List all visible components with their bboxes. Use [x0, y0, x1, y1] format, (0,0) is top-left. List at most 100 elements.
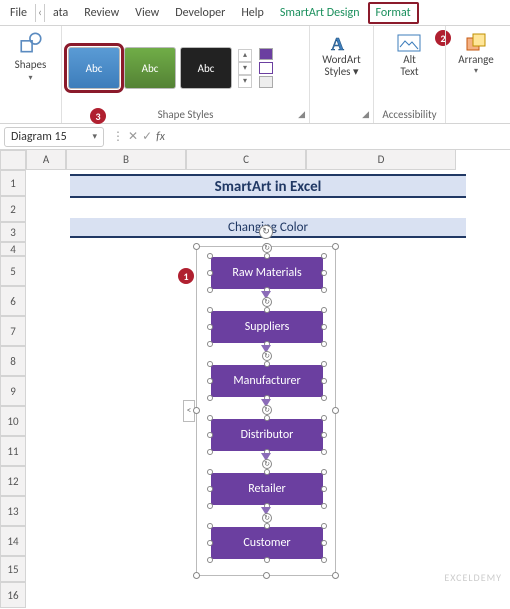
tab-format[interactable]: Format: [368, 2, 419, 24]
row-2[interactable]: 2: [0, 196, 26, 222]
resize-handle[interactable]: [193, 243, 200, 250]
smartart-diagram[interactable]: ↻ < ↻ Raw Materials ↻ Suppliers ↻: [196, 246, 336, 576]
menu-dots-icon[interactable]: ⋮: [112, 129, 124, 144]
row-5[interactable]: 5: [0, 256, 26, 286]
row-3[interactable]: 3: [0, 222, 26, 242]
row-13[interactable]: 13: [0, 496, 26, 526]
node-5-text: Retailer: [248, 482, 286, 496]
tab-data[interactable]: ata: [45, 2, 76, 24]
row-4[interactable]: 4: [0, 242, 26, 256]
formula-controls: ⋮ ✕ ✓: [108, 129, 152, 144]
rotate-handle-icon[interactable]: ↻: [259, 225, 273, 239]
col-C[interactable]: C: [186, 150, 306, 170]
row-8[interactable]: 8: [0, 346, 26, 376]
shapes-button[interactable]: Shapes ▾: [6, 30, 55, 106]
row-11[interactable]: 11: [0, 436, 26, 466]
row-10[interactable]: 10: [0, 406, 26, 436]
resize-handle[interactable]: [193, 572, 200, 579]
tab-help[interactable]: Help: [233, 2, 272, 24]
group-accessibility: Alt Text Accessibility: [374, 26, 446, 123]
smartart-node-6[interactable]: ↻ Customer: [211, 527, 323, 559]
row-7[interactable]: 7: [0, 316, 26, 346]
resize-handle[interactable]: [263, 572, 270, 579]
row-16[interactable]: 16: [0, 582, 26, 608]
shape-effects-swatch[interactable]: [259, 76, 273, 88]
dialog-launcher-icon[interactable]: ◢: [298, 109, 305, 120]
wordart-icon: A: [329, 32, 355, 54]
row-1[interactable]: 1: [0, 170, 26, 196]
shape-fill-swatch[interactable]: [259, 48, 273, 60]
smartart-node-2[interactable]: ↻ Suppliers: [211, 311, 323, 343]
row-headers: 1 2 3 4 5 6 7 8 9 10 11 12 13 14 15 16: [0, 170, 26, 608]
tab-format-label: Format: [376, 6, 411, 20]
smartart-node-4[interactable]: ↻ Distributor: [211, 419, 323, 451]
alt-text-icon: [396, 32, 424, 54]
column-headers: A B C D: [26, 150, 510, 170]
node-rotate-icon[interactable]: ↻: [262, 243, 272, 253]
row-6[interactable]: 6: [0, 286, 26, 316]
node-rotate-icon[interactable]: ↻: [262, 297, 272, 307]
name-box-value: Diagram 15: [11, 130, 67, 144]
col-D[interactable]: D: [306, 150, 456, 170]
wordart-l2: Styles ▾: [324, 66, 358, 78]
node-rotate-icon[interactable]: ↻: [262, 513, 272, 523]
shapes-icon: [18, 30, 44, 56]
ribbon-tabs: File ‹ ata Review View Developer Help Sm…: [0, 0, 510, 26]
node-rotate-icon[interactable]: ↻: [262, 351, 272, 361]
resize-handle[interactable]: [332, 407, 339, 414]
node-4-text: Distributor: [241, 428, 294, 442]
tab-view[interactable]: View: [127, 2, 167, 24]
select-all-corner[interactable]: [0, 150, 26, 170]
title-merged-cell[interactable]: SmartArt in Excel: [70, 174, 466, 198]
tab-smartart-design[interactable]: SmartArt Design: [272, 2, 368, 24]
worksheet-grid[interactable]: A B C D 1 2 3 4 5 6 7 8 9 10 11 12 13 14…: [0, 150, 510, 588]
row-14[interactable]: 14: [0, 526, 26, 556]
node-1-text: Raw Materials: [232, 266, 301, 280]
style-thumb-black[interactable]: Abc: [180, 47, 232, 89]
group-wordart: A WordArt Styles ▾ ◢: [310, 26, 374, 123]
tab-review[interactable]: Review: [76, 2, 127, 24]
chevron-down-icon-3: ▾: [92, 131, 97, 142]
chevron-down-icon: ▾: [28, 73, 32, 83]
arrange-button[interactable]: Arrange ▾: [452, 30, 500, 106]
cancel-icon[interactable]: ✕: [128, 129, 138, 144]
row-12[interactable]: 12: [0, 466, 26, 496]
tab-file[interactable]: File: [2, 2, 35, 24]
watermark: EXCELDEMY: [444, 571, 502, 584]
node-rotate-icon[interactable]: ↻: [262, 405, 272, 415]
smartart-node-5[interactable]: ↻ Retailer: [211, 473, 323, 505]
node-6-text: Customer: [243, 536, 290, 550]
shape-outline-swatch[interactable]: [259, 62, 273, 74]
shape-fill-outline[interactable]: [259, 48, 273, 88]
chevron-down-icon-2: ▾: [474, 66, 478, 76]
formula-bar: Diagram 15 ▾ ⋮ ✕ ✓ fx: [0, 124, 510, 150]
smartart-node-3[interactable]: ↻ Manufacturer: [211, 365, 323, 397]
group-shapes-spacer: [6, 106, 55, 121]
style-thumb-green[interactable]: Abc: [124, 47, 176, 89]
arrange-icon: [463, 32, 489, 54]
smartart-node-1[interactable]: ↻ Raw Materials: [211, 257, 323, 289]
name-box[interactable]: Diagram 15 ▾: [4, 127, 104, 147]
col-B[interactable]: B: [66, 150, 186, 170]
group-arrange: Arrange ▾: [446, 26, 506, 123]
resize-handle[interactable]: [332, 243, 339, 250]
accessibility-label: Accessibility: [380, 106, 439, 121]
wordart-button[interactable]: A WordArt Styles ▾: [316, 30, 367, 106]
enter-icon[interactable]: ✓: [142, 129, 152, 144]
node-3-text: Manufacturer: [233, 374, 300, 388]
tab-developer[interactable]: Developer: [167, 2, 233, 24]
node-rotate-icon[interactable]: ↻: [262, 459, 272, 469]
style-thumb-blue[interactable]: Abc: [68, 47, 120, 89]
row-15[interactable]: 15: [0, 556, 26, 582]
tab-scroll[interactable]: ‹: [35, 4, 45, 22]
gallery-scroll[interactable]: ▴▾▾: [238, 49, 252, 88]
fx-label: fx: [156, 130, 165, 144]
col-A[interactable]: A: [26, 150, 66, 170]
resize-handle[interactable]: [332, 572, 339, 579]
wordart-spacer: [316, 106, 367, 121]
alt-text-button[interactable]: Alt Text: [380, 30, 439, 106]
dialog-launcher-icon-2[interactable]: ◢: [362, 109, 369, 120]
resize-handle[interactable]: [193, 407, 200, 414]
row-9[interactable]: 9: [0, 376, 26, 406]
alt-l2: Text: [400, 66, 418, 78]
